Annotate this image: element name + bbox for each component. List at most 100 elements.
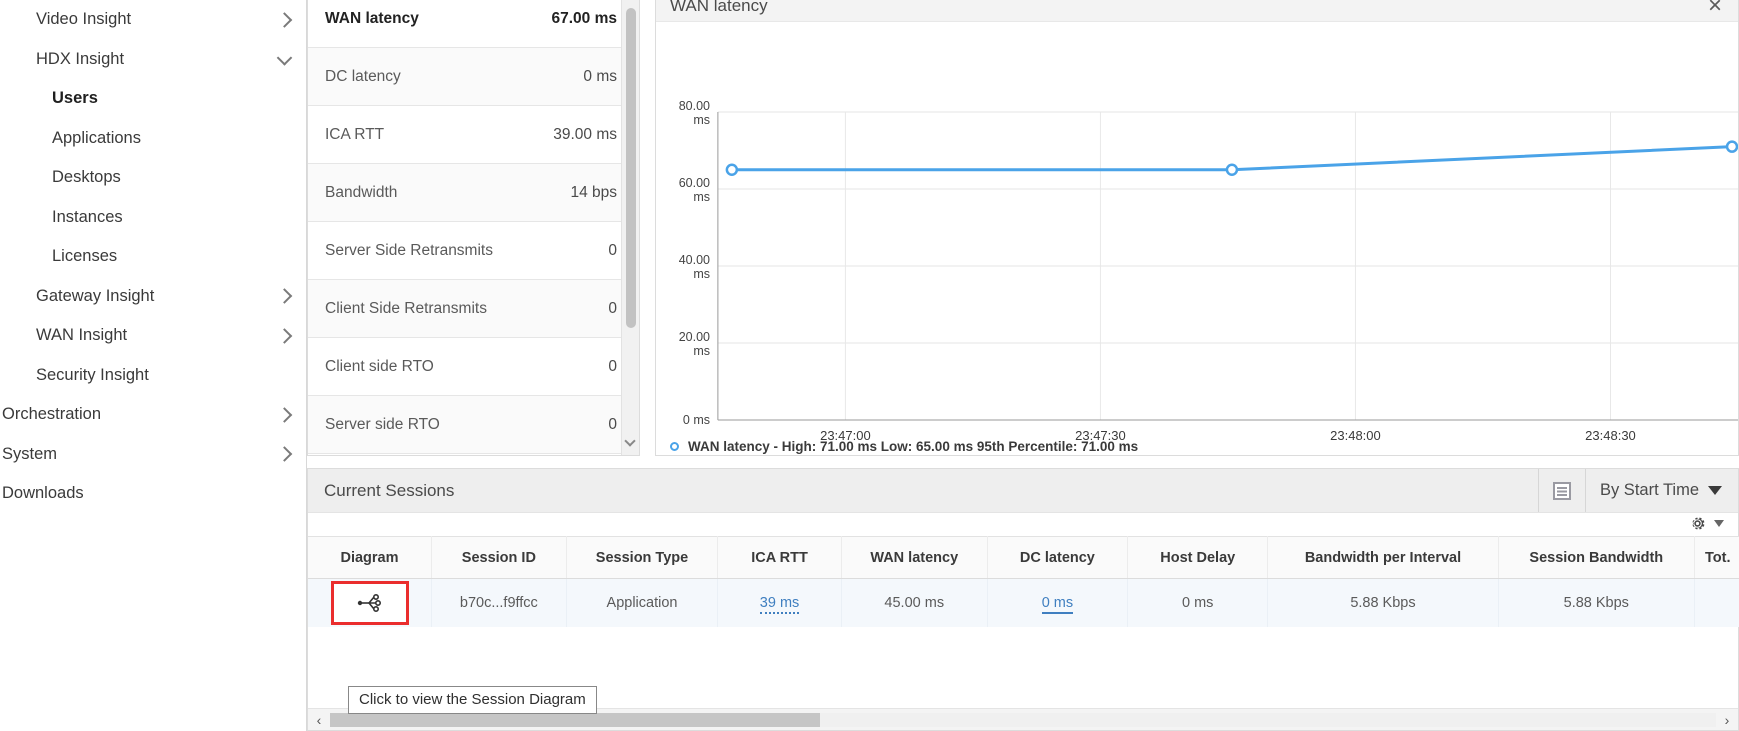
metric-value: 39.00 ms (553, 125, 617, 143)
chevron-right-icon (276, 406, 293, 423)
cell-host-delay: 0 ms (1127, 578, 1269, 627)
column-header[interactable]: Session Bandwidth (1498, 536, 1696, 579)
sidebar-item-label: HDX Insight (36, 49, 125, 68)
chart-plot-area: 0 ms 20.00 ms 40.00 ms 60.00 ms 80.00 ms 23:47:0… (656, 22, 1738, 456)
metrics-scrollbar[interactable] (621, 0, 639, 455)
metric-value: 0 (608, 357, 617, 375)
cell-wan-latency: 45.00 ms (841, 578, 988, 627)
column-header[interactable]: ICA RTT (717, 536, 842, 579)
sidebar-item-label: System (2, 444, 58, 463)
sidebar-item-label: Security Insight (36, 365, 149, 384)
sessions-title: Current Sessions (324, 480, 455, 500)
cell-total (1694, 578, 1739, 627)
metrics-list: WAN latency 67.00 ms DC latency 0 ms ICA RTT… (308, 0, 639, 454)
metric-name: DC latency (325, 67, 401, 85)
metrics-scrollbar-thumb[interactable] (626, 8, 636, 328)
sidebar-item-system[interactable]: System (0, 435, 306, 475)
column-header[interactable]: WAN latency (841, 536, 988, 579)
metric-name: Server Side Retransmits (325, 241, 493, 259)
session-diagram-tooltip: Click to view the Session Diagram (348, 686, 597, 714)
sidebar-item-label: Licenses (52, 247, 118, 266)
column-header[interactable]: Host Delay (1127, 536, 1269, 579)
sidebar-item-label: Downloads (2, 484, 84, 503)
legend-marker-icon (668, 440, 681, 453)
sidebar-item-label: Users (52, 89, 98, 108)
metric-name: Client side RTO (325, 357, 434, 375)
metric-name: Bandwidth (325, 183, 398, 201)
cell-link[interactable]: 0 ms (1041, 594, 1074, 614)
cell-link[interactable]: 39 ms (759, 594, 800, 614)
metrics-panel: WAN latency 67.00 ms DC latency 0 ms ICA RTT… (307, 0, 640, 456)
cell-ica-rtt[interactable]: 39 ms (717, 578, 842, 627)
cell-session-id: b70c...f9ffcc (431, 578, 567, 627)
sidebar-item-security-insight[interactable]: Security Insight (0, 356, 306, 396)
chevron-right-icon (276, 11, 293, 28)
metric-name: Client Side Retransmits (325, 299, 487, 317)
sessions-toolbar: Current Sessions By Start Time (308, 469, 1738, 513)
metric-row: Bandwidth 14 bps (308, 164, 639, 222)
sessions-toolbar-actions: By Start Time (1537, 469, 1738, 512)
app-root: Video Insight HDX Insight Users Application… (0, 0, 1739, 731)
sidebar-item-users[interactable]: Users (0, 79, 306, 119)
metric-row: Server Side Retransmits 0 (308, 222, 639, 280)
scroll-right-icon[interactable]: › (1716, 712, 1738, 728)
sidebar-item-orchestration[interactable]: Orchestration (0, 395, 306, 435)
y-axis-tick-label: 40.00 ms (678, 253, 710, 281)
table-row: b70c...f9ffcc Application 39 ms 45.00 ms 0 m… (308, 578, 1739, 627)
metric-value: 0 (608, 415, 617, 433)
y-axis-tick-label: 80.00 ms (678, 99, 710, 127)
y-axis-tick-label: 0 ms (682, 413, 710, 427)
chart-legend: WAN latency - High: 71.00 ms Low: 65.00 … (656, 439, 1138, 454)
chevron-down-icon[interactable] (624, 435, 636, 447)
scroll-left-icon[interactable]: ‹ (308, 712, 330, 728)
current-sessions-panel: Current Sessions By Start Time Diagram S… (307, 468, 1739, 731)
chevron-right-icon (276, 446, 293, 463)
sidebar-item-wan-insight[interactable]: WAN Insight (0, 316, 306, 356)
sidebar-item-label: Video Insight (36, 10, 132, 29)
metric-row: Server side RTO 0 (308, 396, 639, 454)
chevron-down-icon (1708, 486, 1722, 495)
list-view-glyph (1552, 481, 1571, 500)
sidebar-item-label: WAN Insight (36, 326, 128, 345)
metric-name: Server side RTO (325, 415, 440, 433)
sessions-table-header-row: Diagram Session ID Session Type ICA RTT WAN … (308, 536, 1739, 579)
session-diagram-cell[interactable] (308, 578, 432, 627)
chevron-right-icon (276, 288, 293, 305)
settings-button[interactable] (1688, 514, 1724, 533)
scrollbar-thumb[interactable] (330, 712, 820, 727)
metric-value: 67.00 ms (551, 9, 618, 27)
metric-row: DC latency 0 ms (308, 48, 639, 106)
column-header[interactable]: DC latency (987, 536, 1129, 579)
sidebar-item-applications[interactable]: Applications (0, 119, 306, 159)
gear-icon (1692, 517, 1705, 530)
list-view-icon[interactable] (1537, 469, 1586, 512)
x-axis-tick-label: 23:48:00 (1330, 428, 1381, 443)
session-diagram-icon[interactable] (330, 580, 409, 625)
column-header[interactable]: Session Type (566, 536, 719, 579)
sort-by-dropdown[interactable]: By Start Time (1586, 469, 1738, 512)
x-axis-tick-label: 23:48:30 (1585, 428, 1636, 443)
sidebar-item-desktops[interactable]: Desktops (0, 158, 306, 198)
sidebar-item-hdx-insight[interactable]: HDX Insight (0, 40, 306, 80)
sidebar-item-label: Gateway Insight (36, 286, 155, 305)
y-axis-tick-label: 60.00 ms (678, 176, 710, 204)
metric-value: 0 (608, 299, 617, 317)
metric-row: Client side RTO 0 (308, 338, 639, 396)
metric-row: ICA RTT 39.00 ms (308, 106, 639, 164)
scrollbar-track[interactable] (330, 712, 1716, 727)
column-header[interactable]: Diagram (308, 536, 432, 579)
column-header[interactable]: Bandwidth per Interval (1267, 536, 1499, 579)
cell-dc-latency[interactable]: 0 ms (987, 578, 1129, 627)
cell-bandwidth-per-interval: 5.88 Kbps (1267, 578, 1499, 627)
close-icon[interactable]: × (1708, 0, 1722, 18)
column-header[interactable]: Session ID (431, 536, 567, 579)
sidebar-item-downloads[interactable]: Downloads (0, 474, 306, 514)
sidebar-item-label: Orchestration (2, 405, 102, 424)
metric-value: 14 bps (570, 183, 617, 201)
sidebar-item-instances[interactable]: Instances (0, 198, 306, 238)
sidebar-item-video-insight[interactable]: Video Insight (0, 0, 306, 40)
sidebar-item-licenses[interactable]: Licenses (0, 237, 306, 277)
column-header[interactable]: Tot. (1694, 536, 1739, 579)
sidebar-item-label: Instances (52, 207, 123, 226)
sidebar-item-gateway-insight[interactable]: Gateway Insight (0, 277, 306, 317)
